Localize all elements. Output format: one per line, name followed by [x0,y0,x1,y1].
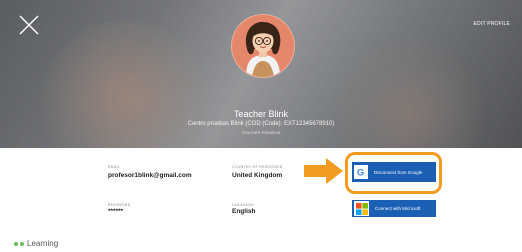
arrow-right-icon [304,158,343,184]
disconnect-google-label: Disconnect from Google [374,169,423,175]
profile-role: TEACHER PREMIUM [241,131,281,135]
email-value: profesor1blink@gmail.com [108,172,192,179]
profile-school: Centro pruebas Blink (COD (Code): EXT123… [187,121,335,127]
microsoft-icon [354,201,369,216]
google-icon: G [354,165,368,179]
learning-label: Learning [27,239,59,248]
language-label: LANGUAGE [232,203,254,207]
password-label: PASSWORD [108,203,131,207]
learning-dots-icon [14,241,24,246]
connect-microsoft-label: Connect with Microsoft [375,206,421,211]
close-icon [19,15,39,35]
avatar [231,14,295,78]
teacher-avatar-illustration [232,15,294,77]
close-button[interactable] [18,14,40,36]
svg-text:G: G [357,166,364,177]
disconnect-google-button[interactable]: G Disconnect from Google [352,162,436,182]
country-label: COUNTRY OF RESIDENCE [232,165,283,169]
country-value: United Kingdom [232,172,283,179]
profile-name: Teacher Blink [233,109,289,119]
email-label: EMAIL [108,165,121,169]
edit-profile-link[interactable]: EDIT PROFILE [474,21,510,27]
connect-microsoft-button[interactable]: Connect with Microsoft [352,200,436,217]
language-value: English [232,208,256,215]
profile-header: EDIT PROFILE Teacher Blink Centro prueba… [0,0,522,148]
password-value: ****** [108,208,124,215]
learning-section-heading: Learning [14,239,58,248]
